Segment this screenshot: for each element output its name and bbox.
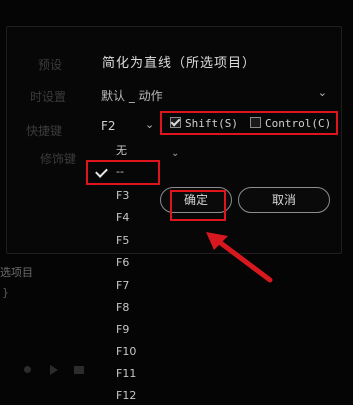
background-label: 时设置 [30, 90, 67, 104]
list-item[interactable]: F5 [116, 234, 129, 247]
ok-button-highlight [170, 190, 226, 221]
list-item[interactable]: F6 [116, 256, 129, 269]
background-label: 快捷键 [26, 124, 63, 138]
background-label: 修饰键 [40, 152, 77, 166]
action-set-value: 默认 _ 动作 [101, 89, 163, 103]
control-checkbox[interactable]: Control(C) [250, 117, 331, 130]
checkbox-icon [250, 117, 261, 128]
stop-icon [74, 366, 84, 374]
list-item[interactable]: F11 [116, 367, 136, 380]
modifiers-highlight: Shift(S) Control(C) [160, 111, 338, 135]
dialog-title: 简化为直线（所选项目） [102, 56, 257, 71]
chevron-down-icon: ⌄ [171, 148, 180, 159]
list-item[interactable]: 无 [116, 142, 127, 158]
shift-checkbox[interactable]: Shift(S) [170, 117, 238, 130]
function-key-value: F2 [101, 119, 116, 133]
record-icon [24, 366, 31, 373]
background-label: 预设 [38, 58, 63, 72]
list-item[interactable]: F9 [116, 323, 129, 336]
action-set-dropdown[interactable]: 默认 _ 动作 ⌄ [101, 86, 327, 104]
chevron-down-icon: ⌄ [317, 86, 327, 99]
list-item[interactable]: F4 [116, 211, 129, 224]
chevron-down-icon: ⌄ [145, 118, 155, 131]
play-icon [50, 365, 58, 375]
control-label: Control(C) [265, 117, 332, 130]
cancel-button[interactable]: 取消 [238, 187, 330, 213]
background-selected-text: 选项目 [0, 266, 33, 279]
shift-label: Shift(S) [185, 117, 238, 130]
checkbox-checked-icon [170, 117, 181, 128]
list-item[interactable]: F8 [116, 301, 129, 314]
list-item[interactable]: F7 [116, 279, 129, 292]
list-item[interactable]: F3 [116, 189, 129, 202]
screen: 预设 时设置 快捷键 修饰键 选项目 } 简化为直线（所选项目） 默认 _ 动作… [0, 0, 353, 405]
list-item[interactable]: F10 [116, 345, 136, 358]
function-key-select[interactable]: F2 ⌄ [101, 118, 157, 136]
list-item[interactable]: F12 [116, 389, 136, 402]
annotation-arrow-icon [206, 232, 273, 283]
background-bracket-text: } [2, 286, 9, 299]
